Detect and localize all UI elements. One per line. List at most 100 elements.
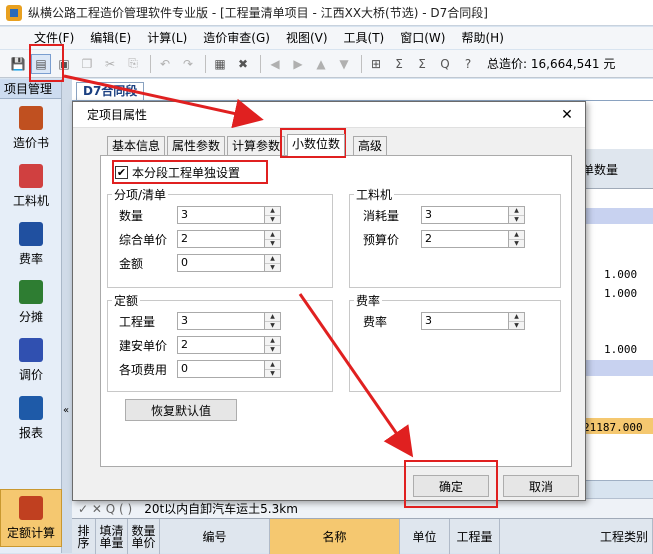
quantity-cell[interactable]: 21187.000 <box>583 421 643 434</box>
spin-down-icon[interactable]: ▼ <box>265 345 280 354</box>
copy-icon[interactable]: ❐ <box>77 54 97 74</box>
formula-text[interactable]: 20t以内自卸汽车运土5.3km <box>144 500 298 517</box>
spin-down-icon[interactable]: ▼ <box>265 369 280 378</box>
menu-view[interactable]: 视图(V) <box>278 27 336 49</box>
nav-allocation[interactable]: 分摊 <box>0 273 62 331</box>
group-rate: 费率 <box>349 292 561 392</box>
spin-up-icon[interactable]: ▲ <box>509 231 524 239</box>
unit-price-decimals-input[interactable]: 2 <box>177 230 265 248</box>
spinner[interactable]: ▲ ▼ <box>265 312 281 330</box>
col-unit[interactable]: 单位 <box>400 519 450 554</box>
tab-document[interactable]: D7合同段 <box>76 82 145 100</box>
nav-quota-calc[interactable]: 定额计算 <box>0 489 62 547</box>
move-left-icon[interactable]: ◀ <box>265 54 285 74</box>
col-fill-qty[interactable]: 填清单量 <box>96 519 128 554</box>
sum-icon[interactable]: Σ <box>389 54 409 74</box>
rate-decimals-input[interactable]: 3 <box>421 312 509 330</box>
tab-decimal-places[interactable]: 小数位数 <box>287 134 346 156</box>
menu-help[interactable]: 帮助(H) <box>453 27 511 49</box>
toolbar-divider <box>361 54 362 73</box>
move-up-icon[interactable]: ▲ <box>311 54 331 74</box>
cancel-button[interactable]: 取消 <box>503 475 579 497</box>
spinner[interactable]: ▲ ▼ <box>265 360 281 378</box>
nav-budget-book[interactable]: 造价书 <box>0 99 62 157</box>
formula-tools[interactable]: ✓ ✕ Q ( ) <box>78 502 132 516</box>
menu-calculate[interactable]: 计算(L) <box>139 27 195 49</box>
col-category[interactable]: 工程类别 <box>500 519 653 554</box>
spin-down-icon[interactable]: ▼ <box>265 263 280 272</box>
paste-icon[interactable]: ⎘ <box>123 54 143 74</box>
help-icon[interactable]: ? <box>458 54 478 74</box>
nav-materials[interactable]: 工料机 <box>0 157 62 215</box>
restore-defaults-button[interactable]: 恢复默认值 <box>125 399 237 421</box>
spinner[interactable]: ▲ ▼ <box>509 206 525 224</box>
move-down-icon[interactable]: ▼ <box>334 54 354 74</box>
spinner[interactable]: ▲ ▼ <box>265 206 281 224</box>
sum-all-icon[interactable]: Σ <box>412 54 432 74</box>
quantity-cell[interactable]: 1.000 <box>604 287 637 300</box>
col-code[interactable]: 编号 <box>160 519 270 554</box>
spinner[interactable]: ▲ ▼ <box>509 230 525 248</box>
field-label: 预算价 <box>363 232 400 247</box>
consumption-decimals-input[interactable]: 3 <box>421 206 509 224</box>
spin-up-icon[interactable]: ▲ <box>265 313 280 321</box>
quota-quantity-decimals-input[interactable]: 3 <box>177 312 265 330</box>
fees-decimals-input[interactable]: 0 <box>177 360 265 378</box>
spin-down-icon[interactable]: ▼ <box>509 215 524 224</box>
tab-advanced[interactable]: 高级 <box>353 136 388 156</box>
spin-down-icon[interactable]: ▼ <box>265 215 280 224</box>
query-icon[interactable]: Q <box>435 54 455 74</box>
spinner[interactable]: ▲ ▼ <box>265 230 281 248</box>
spin-up-icon[interactable]: ▲ <box>265 207 280 215</box>
col-sort[interactable]: 排序 <box>72 519 96 554</box>
spin-up-icon[interactable]: ▲ <box>265 231 280 239</box>
spin-down-icon[interactable]: ▼ <box>265 321 280 330</box>
close-icon[interactable]: ✕ <box>557 107 577 123</box>
col-unit-price[interactable]: 数量单价 <box>128 519 160 554</box>
spinner[interactable]: ▲ ▼ <box>509 312 525 330</box>
construction-price-decimals-input[interactable]: 2 <box>177 336 265 354</box>
panel-collapse-bar[interactable]: « <box>62 79 72 553</box>
project-management-header[interactable]: 项目管理 <box>0 79 61 99</box>
budget-price-decimals-input[interactable]: 2 <box>421 230 509 248</box>
move-right-icon[interactable]: ▶ <box>288 54 308 74</box>
filter-icon[interactable]: ⊞ <box>366 54 386 74</box>
menu-cost-review[interactable]: 造价审查(G) <box>195 27 278 49</box>
nav-label: 工料机 <box>12 193 49 208</box>
undo-icon[interactable]: ↶ <box>155 54 175 74</box>
tab-calc-params[interactable]: 计算参数 <box>227 136 286 156</box>
menu-window[interactable]: 窗口(W) <box>392 27 453 49</box>
spin-up-icon[interactable]: ▲ <box>265 255 280 263</box>
dialog-title: 定项目属性 <box>87 108 148 122</box>
nav-label: 造价书 <box>12 135 49 150</box>
allocation-icon <box>19 279 43 304</box>
col-quantity[interactable]: 工程量 <box>450 519 500 554</box>
nav-rate[interactable]: 费率 <box>0 215 62 273</box>
spinner[interactable]: ▲ ▼ <box>265 336 281 354</box>
tab-attribute-params[interactable]: 属性参数 <box>167 136 226 156</box>
delete-icon[interactable]: ✖ <box>233 54 253 74</box>
collapse-arrow-icon[interactable]: « <box>63 405 69 416</box>
amount-decimals-input[interactable]: 0 <box>177 254 265 272</box>
spin-up-icon[interactable]: ▲ <box>265 361 280 369</box>
spinner[interactable]: ▲ ▼ <box>265 254 281 272</box>
col-name[interactable]: 名称 <box>270 519 400 554</box>
quantity-cell[interactable]: 1.000 <box>604 343 637 356</box>
save-icon[interactable]: 💾 <box>8 54 28 74</box>
spin-up-icon[interactable]: ▲ <box>265 337 280 345</box>
insert-icon[interactable]: ▦ <box>210 54 230 74</box>
redo-icon[interactable]: ↷ <box>178 54 198 74</box>
spin-down-icon[interactable]: ▼ <box>265 239 280 248</box>
spin-down-icon[interactable]: ▼ <box>509 239 524 248</box>
tab-basic-info[interactable]: 基本信息 <box>107 136 166 156</box>
quantity-decimals-input[interactable]: 3 <box>177 206 265 224</box>
spin-down-icon[interactable]: ▼ <box>509 321 524 330</box>
nav-price-adjust[interactable]: 调价 <box>0 331 62 389</box>
spin-up-icon[interactable]: ▲ <box>509 313 524 321</box>
spin-up-icon[interactable]: ▲ <box>509 207 524 215</box>
nav-report[interactable]: 报表 <box>0 389 62 447</box>
menu-tools[interactable]: 工具(T) <box>336 27 393 49</box>
quantity-cell[interactable]: 1.000 <box>604 268 637 281</box>
menu-edit[interactable]: 编辑(E) <box>82 27 139 49</box>
cut-icon[interactable]: ✂ <box>100 54 120 74</box>
